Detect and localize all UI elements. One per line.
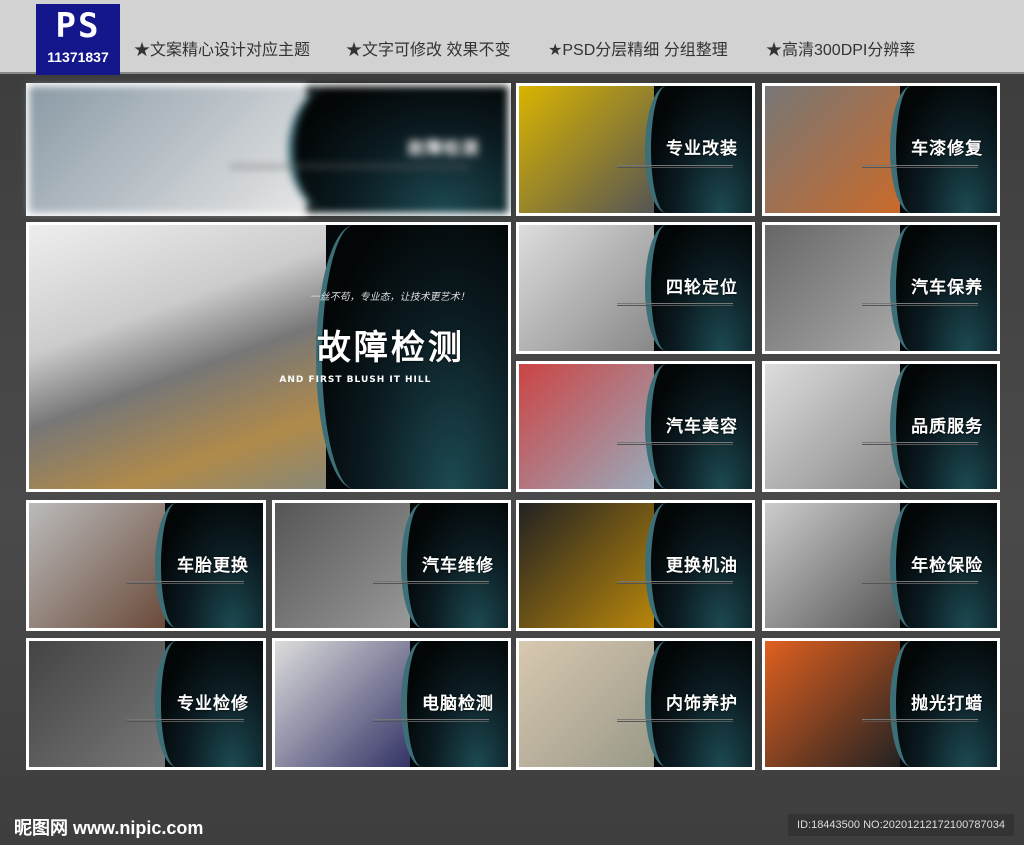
- card-inner: 电脑检测: [275, 641, 508, 767]
- card-title: 汽车维修: [422, 555, 495, 576]
- watermark-site: 昵图网 www.nipic.com: [14, 818, 204, 838]
- feature-3: ★PSD分层精细 分组整理: [548, 42, 728, 59]
- card-photo: [519, 225, 655, 351]
- card-title: 抛光打蜡: [911, 693, 984, 714]
- logo-id: 11371837: [47, 49, 109, 65]
- card-inner: 车胎更换: [29, 503, 263, 628]
- card-divider: [862, 441, 979, 445]
- card-inner: 车漆修复: [765, 86, 997, 213]
- card-photo: [765, 86, 900, 213]
- card-title: 车漆修复: [911, 139, 984, 160]
- card-divider: [127, 580, 245, 584]
- tagline: 一丝不苟，专业态，让技术更艺术！: [309, 292, 470, 304]
- service-card[interactable]: 更换机油: [516, 500, 755, 631]
- card-photo: [765, 225, 900, 351]
- service-card[interactable]: 品质服务: [762, 361, 1000, 492]
- service-card[interactable]: 内饰养护: [516, 638, 755, 770]
- card-title: 品质服务: [911, 416, 984, 437]
- service-card[interactable]: 汽车美容: [516, 361, 755, 492]
- card-photo: [519, 86, 655, 213]
- card-photo: [275, 641, 411, 767]
- feature-1: ★文案精心设计对应主题: [134, 42, 311, 59]
- card-photo: [29, 86, 307, 213]
- card-inner: 一丝不苟，专业态，让技术更艺术！ 故障检测 AND FIRST BLUSH IT…: [29, 225, 508, 489]
- card-photo: [519, 503, 655, 628]
- card-inner: 更换机油: [519, 503, 752, 628]
- card-divider: [616, 441, 734, 445]
- card-title: 专业改装: [666, 139, 739, 160]
- card-divider: [862, 580, 979, 584]
- card-inner: 抛光打蜡: [765, 641, 997, 767]
- card-photo: [519, 641, 655, 767]
- card-title: 四轮定位: [666, 277, 739, 298]
- card-inner: 专业改装: [519, 86, 752, 213]
- card-photo: [29, 503, 165, 628]
- feature-2: ★文字可修改 效果不变: [346, 42, 511, 59]
- card-title: 电脑检测: [422, 693, 495, 714]
- card-photo: [519, 364, 655, 489]
- service-card[interactable]: 汽车维修: [272, 500, 511, 631]
- card-inner: 汽车保养: [765, 225, 997, 351]
- card-divider: [372, 719, 490, 723]
- card-photo: [29, 225, 326, 489]
- card-photo: [765, 503, 900, 628]
- ps-logo: PS 11371837: [36, 4, 120, 75]
- card-photo: [765, 364, 900, 489]
- card-divider: [862, 164, 979, 168]
- card-title: 更换机油: [666, 555, 739, 576]
- card-title: 车胎更换: [176, 555, 249, 576]
- card-title: 汽车保养: [911, 277, 984, 298]
- service-card[interactable]: 故障检测: [26, 83, 511, 216]
- service-card[interactable]: 车漆修复: [762, 83, 1000, 216]
- service-card[interactable]: 四轮定位: [516, 222, 755, 354]
- card-divider: [862, 719, 979, 723]
- card-photo: [765, 641, 900, 767]
- card-photo: [29, 641, 165, 767]
- card-title: 内饰养护: [666, 693, 739, 714]
- card-inner: 专业检修: [29, 641, 263, 767]
- featured-card[interactable]: 一丝不苟，专业态，让技术更艺术！ 故障检测 AND FIRST BLUSH IT…: [26, 222, 511, 492]
- service-card[interactable]: 专业改装: [516, 83, 755, 216]
- service-card[interactable]: 汽车保养: [762, 222, 1000, 354]
- card-divider: [372, 580, 490, 584]
- logo-text: PS: [55, 6, 101, 46]
- card-inner: 年检保险: [765, 503, 997, 628]
- service-card[interactable]: 专业检修: [26, 638, 266, 770]
- card-title: 故障检测: [407, 139, 480, 160]
- service-card[interactable]: 年检保险: [762, 500, 1000, 631]
- card-divider: [616, 580, 734, 584]
- card-divider: [862, 303, 979, 307]
- card-divider: [616, 719, 734, 723]
- card-inner: 四轮定位: [519, 225, 752, 351]
- english-slogan: AND FIRST BLUSH IT HILL: [279, 375, 432, 386]
- card-title: 专业检修: [176, 693, 249, 714]
- card-inner: 汽车维修: [275, 503, 508, 628]
- feature-4: ★高清300DPI分辨率: [766, 42, 916, 59]
- card-title: 汽车美容: [666, 416, 739, 437]
- card-title: 年检保险: [911, 555, 984, 576]
- card-inner: 品质服务: [765, 364, 997, 489]
- card-divider: [616, 303, 734, 307]
- card-inner: 汽车美容: [519, 364, 752, 489]
- card-inner: 故障检测: [29, 86, 508, 213]
- service-card[interactable]: 抛光打蜡: [762, 638, 1000, 770]
- card-divider: [616, 164, 734, 168]
- image-id: ID:18443500 NO:20201212172100787034: [788, 814, 1014, 836]
- card-inner: 内饰养护: [519, 641, 752, 767]
- service-card[interactable]: 车胎更换: [26, 500, 266, 631]
- card-photo: [275, 503, 411, 628]
- header-bar: PS 11371837 ★文案精心设计对应主题 ★文字可修改 效果不变 ★PSD…: [0, 0, 1024, 75]
- featured-title: 故障检测: [316, 328, 465, 369]
- card-divider: [127, 719, 245, 723]
- card-divider: [230, 164, 470, 168]
- service-card[interactable]: 电脑检测: [272, 638, 511, 770]
